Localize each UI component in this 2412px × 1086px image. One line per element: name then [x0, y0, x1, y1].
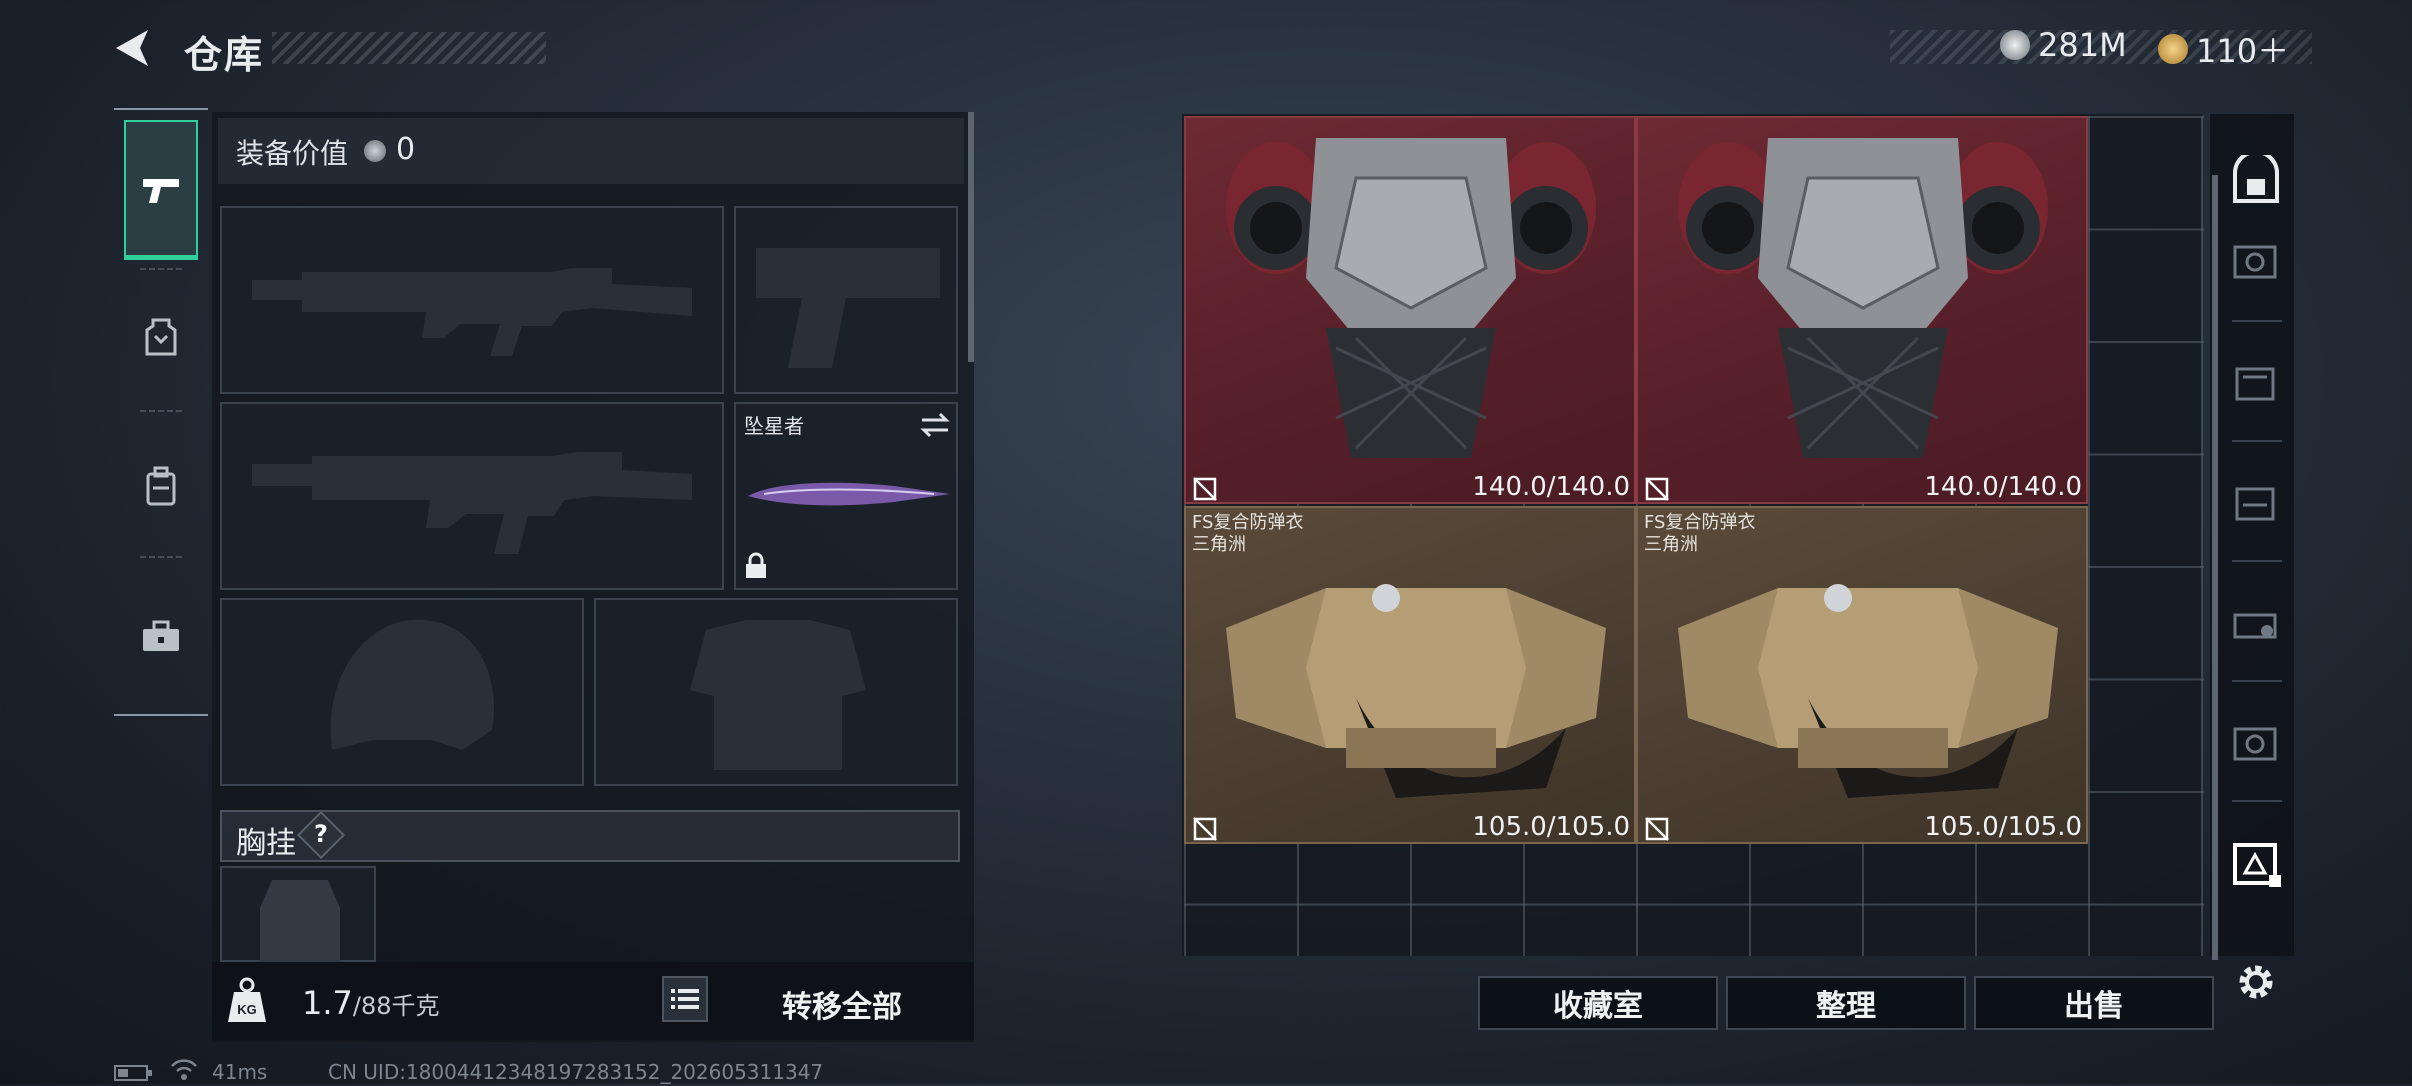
item-durability: 105.0/105.0 — [1472, 812, 1630, 842]
battery-icon — [114, 1064, 154, 1082]
currency-hafu-amount: 281M — [2038, 26, 2127, 64]
storage-page-4c-tab[interactable] — [2226, 590, 2286, 650]
plate-carrier-image — [1678, 584, 2058, 798]
storage-page-5-tab[interactable] — [2226, 228, 2286, 288]
safe-box-tab[interactable] — [2226, 150, 2286, 210]
rail-separator — [2232, 560, 2282, 562]
list-icon — [671, 989, 699, 1009]
safe-icon — [2233, 155, 2279, 203]
rail-separator — [2232, 320, 2282, 322]
pistol-icon — [143, 178, 179, 203]
primary-weapon-slot[interactable] — [220, 206, 724, 394]
plate-carrier-image — [1226, 584, 1606, 798]
storage-page-5b-tab[interactable] — [2226, 710, 2286, 770]
gear-icon — [2239, 965, 2273, 999]
chest-rig-silhouette-icon — [260, 880, 340, 964]
item-durability: 105.0/105.0 — [1924, 812, 2082, 842]
storage-item-vest[interactable]: FS复合防弹衣 三角洲 105.0/105.0 — [1184, 506, 1636, 844]
sell-button[interactable]: 出售 — [1974, 976, 2214, 1030]
body-armor-slot[interactable] — [594, 598, 958, 786]
sidearm-slot[interactable] — [734, 206, 958, 394]
no-repair-icon — [1193, 817, 1217, 841]
equipment-value-label: 装备价值 — [236, 137, 349, 170]
storage-scrollbar[interactable] — [2212, 175, 2218, 960]
collection-room-button[interactable]: 收藏室 — [1478, 976, 1718, 1030]
helmet-silhouette-icon — [330, 619, 494, 750]
list-view-button[interactable] — [662, 976, 708, 1022]
storage-page-4a-tab[interactable] — [2226, 350, 2286, 410]
item-name: FS复合防弹衣 — [1644, 512, 1756, 533]
item-durability: 140.0/140.0 — [1924, 472, 2082, 502]
tab-toolbox[interactable] — [124, 566, 198, 706]
tab-backpack[interactable] — [124, 416, 198, 556]
no-repair-icon — [1645, 817, 1669, 841]
carry-weight-max: /88千克 — [352, 992, 440, 1020]
vest-silhouette-icon — [690, 620, 866, 770]
chest-rig-label: 胸挂 — [236, 826, 296, 861]
svg-text:KG: KG — [237, 1002, 257, 1017]
carry-weight-current: 1.7 — [302, 984, 353, 1022]
backpack-icon — [146, 466, 176, 506]
rifle-silhouette-icon — [252, 452, 692, 554]
chest-rig-slot[interactable] — [220, 866, 376, 964]
lock-icon — [746, 552, 766, 578]
storage-page-active-tab[interactable] — [2226, 832, 2286, 892]
storage-page-icon — [2233, 843, 2281, 887]
toolbox-icon — [143, 620, 179, 651]
no-repair-icon — [1193, 477, 1217, 501]
heavy-armor-image — [1226, 138, 1596, 458]
melee-weapon-name: 坠星者 — [744, 414, 804, 438]
nav-separator — [140, 556, 182, 558]
back-arrow-icon — [116, 30, 148, 66]
armor-icon — [145, 318, 177, 356]
page-title: 仓库 — [184, 33, 265, 77]
storage-page-icon — [2233, 245, 2277, 279]
currency-hafu: 281M — [2000, 26, 2127, 64]
pistol-silhouette-icon — [756, 248, 940, 368]
no-repair-icon — [1645, 477, 1669, 501]
storage-page-icon — [2235, 487, 2275, 521]
swap-icon[interactable] — [920, 412, 950, 438]
back-button[interactable] — [110, 26, 154, 70]
carry-weight: 1.7/88千克 — [302, 984, 440, 1022]
storage-page-icon — [2233, 613, 2277, 639]
storage-page-icon — [2235, 367, 2275, 401]
delta-coin-icon — [2158, 34, 2188, 64]
equipment-value: 0 — [396, 132, 416, 167]
hafu-coin-icon — [2000, 30, 2030, 60]
rail-separator — [2232, 800, 2282, 802]
helmet-slot[interactable] — [220, 598, 584, 786]
player-uid: CN UID:1800441234819728315​2_20260531134… — [328, 1060, 824, 1084]
storage-item-armor[interactable]: 140.0/140.0 — [1184, 116, 1636, 504]
nav-separator — [140, 410, 182, 412]
heavy-armor-image — [1678, 138, 2048, 458]
rail-separator — [2232, 680, 2282, 682]
transfer-all-button[interactable]: 转移全部 — [760, 982, 924, 1026]
currency-delta-amount: 110＋ — [2196, 32, 2290, 70]
storage-page-4b-tab[interactable] — [2226, 470, 2286, 530]
item-durability: 140.0/140.0 — [1472, 472, 1630, 502]
title-decoration — [272, 32, 546, 64]
storage-item-armor[interactable]: 140.0/140.0 — [1636, 116, 2088, 504]
weight-icon: KG — [226, 976, 268, 1024]
melee-slot[interactable]: 坠星者 — [734, 402, 958, 590]
sort-button[interactable]: 整理 — [1726, 976, 1966, 1030]
hafu-coin-icon — [364, 140, 386, 162]
settings-button[interactable] — [2226, 952, 2286, 1012]
knife-icon — [748, 482, 950, 506]
wifi-icon — [170, 1058, 198, 1082]
currency-delta[interactable]: 110＋ — [2158, 26, 2289, 72]
rail-separator — [2232, 440, 2282, 442]
rifle-silhouette-icon — [252, 268, 692, 356]
storage-page-icon — [2233, 727, 2277, 761]
tab-armor[interactable] — [124, 268, 198, 408]
tab-weapons[interactable] — [124, 120, 198, 260]
item-name: FS复合防弹衣 — [1192, 512, 1304, 533]
help-icon-glyph: ? — [314, 820, 328, 848]
secondary-weapon-slot[interactable] — [220, 402, 724, 590]
storage-item-vest[interactable]: FS复合防弹衣 三角洲 105.0/105.0 — [1636, 506, 2088, 844]
ping-readout: 41ms — [212, 1060, 268, 1084]
loadout-scrollbar[interactable] — [968, 112, 974, 362]
